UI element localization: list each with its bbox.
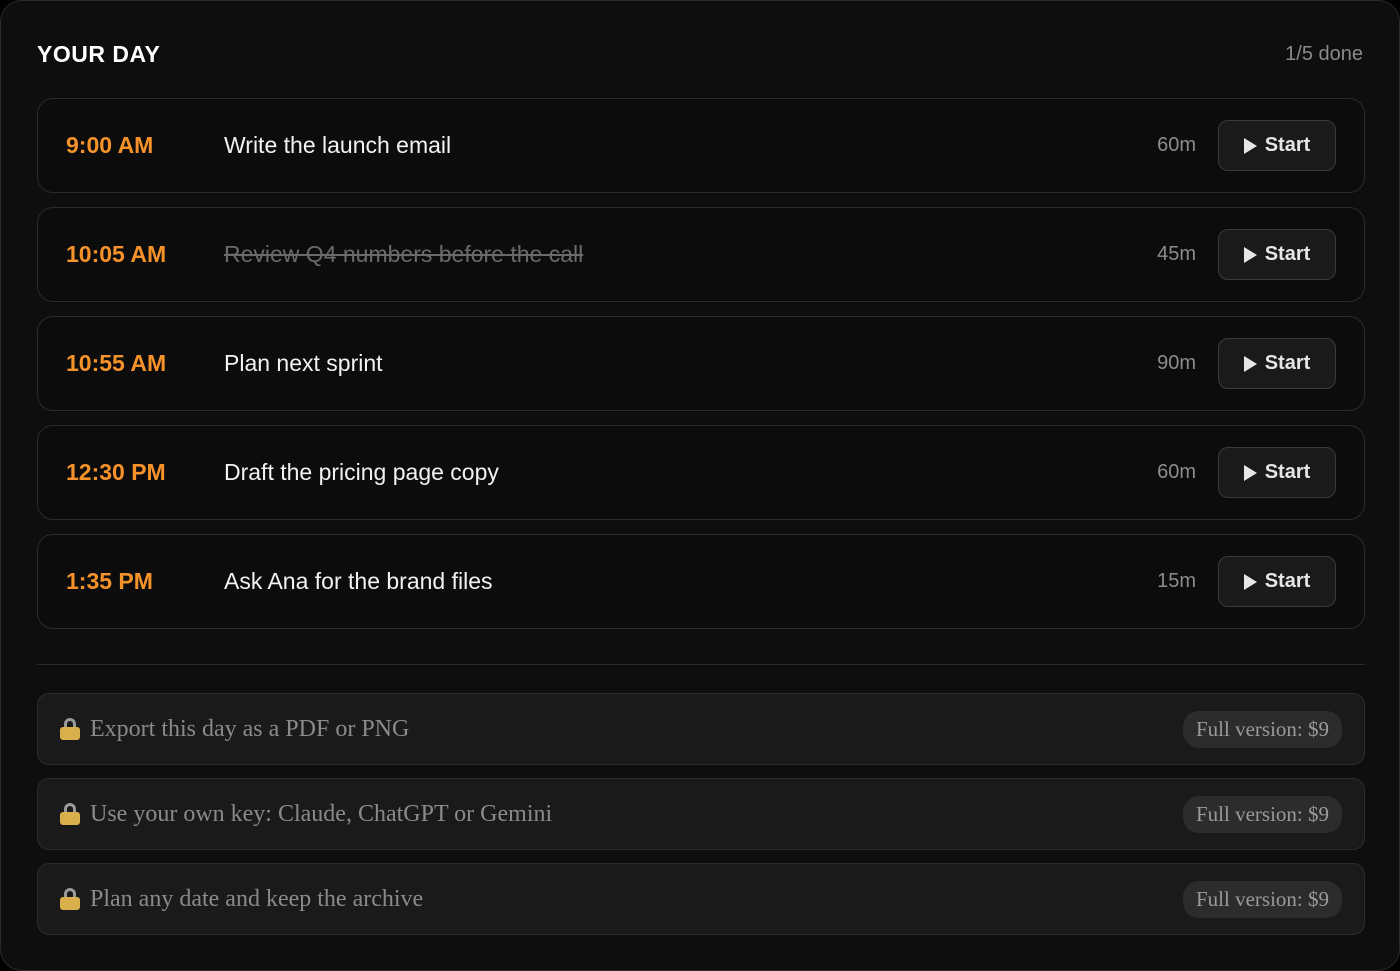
task-time: 9:00 AM xyxy=(66,132,154,158)
task-row: 10:55 AM Plan next sprint 90m Start xyxy=(37,316,1365,411)
price-badge[interactable]: Full version: $9 xyxy=(1182,710,1342,748)
lock-icon xyxy=(60,888,80,910)
task-time: 1:35 PM xyxy=(66,568,153,594)
start-button-label: Start xyxy=(1264,134,1311,156)
task-name: Review Q4 numbers before the call xyxy=(224,241,584,267)
page-title: YOUR DAY xyxy=(37,40,161,67)
start-button-label: Start xyxy=(1264,570,1311,592)
price-badge[interactable]: Full version: $9 xyxy=(1182,795,1342,833)
start-button[interactable]: Start xyxy=(1218,447,1336,498)
start-button-label: Start xyxy=(1264,243,1311,265)
locked-feature[interactable]: Use your own key: Claude, ChatGPT or Gem… xyxy=(37,778,1365,850)
task-list: 9:00 AM Write the launch email 60m Start… xyxy=(37,98,1365,643)
play-icon xyxy=(1243,137,1257,154)
task-name: Plan next sprint xyxy=(224,350,383,376)
start-button[interactable]: Start xyxy=(1218,120,1336,171)
start-button-label: Start xyxy=(1264,461,1311,483)
task-duration: 60m xyxy=(1157,461,1196,483)
locked-feature-label: Export this day as a PDF or PNG xyxy=(90,715,410,742)
task-row: 10:05 AM Review Q4 numbers before the ca… xyxy=(37,207,1365,302)
task-time: 10:55 AM xyxy=(66,350,167,376)
task-name: Draft the pricing page copy xyxy=(224,459,499,485)
locked-feature-label: Plan any date and keep the archive xyxy=(90,885,424,912)
task-duration: 45m xyxy=(1157,243,1196,265)
task-duration: 60m xyxy=(1157,134,1196,156)
locked-feature-list: Export this day as a PDF or PNG Full ver… xyxy=(37,693,1365,948)
progress-count: 1/5 done xyxy=(1285,42,1363,65)
price-badge[interactable]: Full version: $9 xyxy=(1182,880,1342,918)
locked-feature[interactable]: Plan any date and keep the archive Full … xyxy=(37,863,1365,935)
lock-icon xyxy=(60,718,80,740)
day-planner-panel: YOUR DAY 1/5 done 9:00 AM Write the laun… xyxy=(0,0,1400,971)
start-button[interactable]: Start xyxy=(1218,556,1336,607)
header: YOUR DAY 1/5 done xyxy=(37,37,1363,71)
task-time: 12:30 PM xyxy=(66,459,166,485)
task-row: 9:00 AM Write the launch email 60m Start xyxy=(37,98,1365,193)
start-button[interactable]: Start xyxy=(1218,229,1336,280)
play-icon xyxy=(1243,355,1257,372)
task-time: 10:05 AM xyxy=(66,241,167,267)
play-icon xyxy=(1243,464,1257,481)
task-name: Write the launch email xyxy=(224,132,452,158)
start-button[interactable]: Start xyxy=(1218,338,1336,389)
play-icon xyxy=(1243,573,1257,590)
start-button-label: Start xyxy=(1264,352,1311,374)
task-row: 1:35 PM Ask Ana for the brand files 15m … xyxy=(37,534,1365,629)
play-icon xyxy=(1243,246,1257,263)
task-duration: 90m xyxy=(1157,352,1196,374)
task-duration: 15m xyxy=(1157,570,1196,592)
locked-feature-label: Use your own key: Claude, ChatGPT or Gem… xyxy=(90,800,553,827)
locked-feature[interactable]: Export this day as a PDF or PNG Full ver… xyxy=(37,693,1365,765)
task-row: 12:30 PM Draft the pricing page copy 60m… xyxy=(37,425,1365,520)
task-name: Ask Ana for the brand files xyxy=(224,568,493,594)
divider xyxy=(37,664,1365,665)
lock-icon xyxy=(60,803,80,825)
